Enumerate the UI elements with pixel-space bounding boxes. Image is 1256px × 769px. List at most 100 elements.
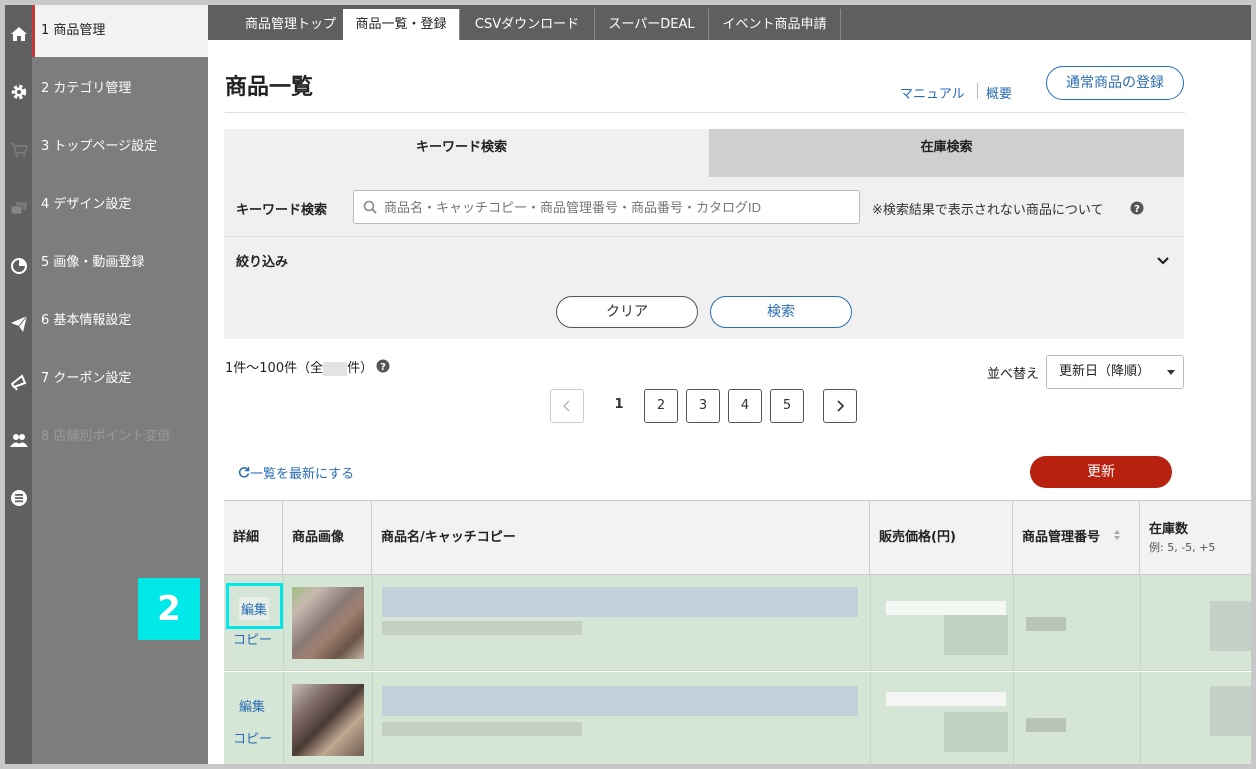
cell-divider	[1140, 672, 1141, 764]
edit-highlight-box	[226, 583, 283, 629]
help-icon[interactable]: ?	[1130, 200, 1144, 219]
panel-divider	[224, 236, 1184, 237]
table-row: 編集 コピー	[224, 672, 1251, 764]
tab-stock-search[interactable]: 在庫検索	[709, 129, 1184, 177]
table-row: 編集 コピー	[224, 575, 1251, 671]
col-header-code-label: 商品管理番号	[1022, 530, 1101, 545]
update-button[interactable]: 更新	[1030, 456, 1172, 488]
sidebar-item-more[interactable]	[5, 469, 208, 527]
gear-icon	[5, 63, 32, 121]
redacted-catch-copy	[382, 621, 582, 635]
col-header-stock-hint: 例: 5, -5, +5	[1149, 541, 1216, 554]
col-header-price: 販売価格(円)	[870, 501, 1013, 575]
cell-divider	[283, 575, 284, 671]
col-header-image: 商品画像	[283, 501, 372, 575]
sidebar-item-store-points[interactable]: 8 店舗別ポイント変倍	[5, 411, 208, 469]
svg-text:?: ?	[1134, 204, 1140, 215]
windows-icon	[5, 179, 32, 237]
refresh-list-label: 一覧を最新にする	[250, 467, 355, 482]
table-header: 詳細 商品画像 商品名/キャッチコピー 販売価格(円) 商品管理番号 在庫数 例…	[224, 500, 1251, 575]
redacted-catch-copy	[382, 722, 582, 736]
col-header-stock-label: 在庫数	[1149, 522, 1189, 537]
page-2[interactable]: 2	[644, 389, 678, 423]
overview-link[interactable]: 概要	[986, 83, 1012, 102]
home-icon	[5, 5, 32, 63]
col-header-stock: 在庫数 例: 5, -5, +5	[1140, 501, 1251, 575]
redacted-code	[1026, 718, 1066, 732]
tab-product-top[interactable]: 商品管理トップ	[224, 9, 358, 40]
search-panel: キーワード検索 在庫検索 キーワード検索 ※検索結果で表示されない商品について …	[224, 129, 1184, 339]
col-header-code[interactable]: 商品管理番号	[1013, 501, 1140, 575]
keyword-label: キーワード検索	[236, 203, 328, 218]
col-header-name: 商品名/キャッチコピー	[372, 501, 870, 575]
sidebar-item-coupon[interactable]: 7 クーポン設定	[5, 353, 208, 411]
header-divider	[225, 112, 1185, 113]
sidebar-item-label: 7 クーポン設定	[41, 371, 132, 386]
product-table: 詳細 商品画像 商品名/キャッチコピー 販売価格(円) 商品管理番号 在庫数 例…	[224, 500, 1251, 764]
paper-plane-icon	[5, 295, 32, 353]
page-4[interactable]: 4	[728, 389, 762, 423]
sort-select-value: 更新日（降順）	[1059, 364, 1151, 379]
page-title: 商品一覧	[225, 75, 314, 100]
tab-product-list[interactable]: 商品一覧・登録	[343, 9, 460, 40]
next-page-button[interactable]	[823, 389, 857, 423]
tab-super-deal[interactable]: スーパーDEAL	[595, 9, 709, 40]
page-1[interactable]: 1	[602, 389, 636, 423]
prev-page-button[interactable]	[550, 389, 584, 423]
tab-keyword-search[interactable]: キーワード検索	[224, 129, 699, 177]
app-window: 1 商品管理 2 カテゴリ管理 3 トップページ設定 4 デザイン設定 5 画像…	[5, 5, 1251, 764]
redacted-total	[323, 361, 348, 376]
sort-select[interactable]: 更新日（降順）	[1046, 355, 1184, 389]
page-3[interactable]: 3	[686, 389, 720, 423]
svg-text:?: ?	[380, 362, 386, 373]
tab-event-product[interactable]: イベント商品申請	[709, 9, 841, 40]
step-number-badge: 2	[138, 578, 200, 640]
sidebar-item-product-management[interactable]: 1 商品管理	[5, 5, 208, 63]
link-separator	[977, 83, 978, 99]
sort-label: 並べ替え	[987, 367, 1040, 382]
product-thumbnail[interactable]	[292, 587, 364, 659]
users-icon	[5, 411, 32, 469]
help-icon[interactable]: ?	[376, 358, 390, 377]
redacted-price-detail	[944, 712, 1008, 752]
result-count-prefix: 1件〜100件（全	[225, 361, 324, 376]
redacted-stock	[1210, 686, 1251, 736]
search-note-link[interactable]: ※検索結果で表示されない商品について	[872, 199, 1104, 218]
sidebar-item-basic-info[interactable]: 6 基本情報設定	[5, 295, 208, 353]
register-product-button[interactable]: 通常商品の登録	[1046, 66, 1184, 100]
caret-down-icon	[1167, 370, 1175, 375]
cell-divider	[1140, 575, 1141, 671]
sidebar-item-label: 5 画像・動画登録	[41, 255, 145, 270]
cart-icon	[5, 121, 32, 179]
page-5[interactable]: 5	[770, 389, 804, 423]
col-header-detail: 詳細	[224, 501, 283, 575]
sidebar-item-label: 4 デザイン設定	[41, 197, 132, 212]
search-button[interactable]: 検索	[710, 296, 852, 328]
keyword-search-input[interactable]	[353, 190, 860, 224]
sort-icon	[1113, 530, 1120, 540]
sidebar-item-design-settings[interactable]: 4 デザイン設定	[5, 179, 208, 237]
edit-link[interactable]: 編集	[239, 696, 265, 715]
result-count-suffix: 件）	[347, 361, 374, 376]
cell-divider	[283, 672, 284, 764]
redacted-product-name	[382, 686, 858, 716]
sidebar-item-top-page-settings[interactable]: 3 トップページ設定	[5, 121, 208, 179]
product-thumbnail[interactable]	[292, 684, 364, 756]
redacted-price	[886, 692, 1006, 706]
clear-button[interactable]: クリア	[556, 296, 698, 328]
sidebar-item-image-video[interactable]: 5 画像・動画登録	[5, 237, 208, 295]
sidebar-item-label: 3 トップページ設定	[41, 139, 158, 154]
sidebar-item-category-management[interactable]: 2 カテゴリ管理	[5, 63, 208, 121]
manual-link[interactable]: マニュアル	[900, 83, 965, 102]
sidebar-item-label: 2 カテゴリ管理	[41, 81, 132, 96]
megaphone-icon	[5, 353, 32, 411]
filter-label[interactable]: 絞り込み	[236, 251, 288, 270]
copy-link[interactable]: コピー	[233, 728, 272, 747]
sidebar-item-label: 6 基本情報設定	[41, 313, 132, 328]
copy-link[interactable]: コピー	[233, 629, 272, 648]
tab-csv-download[interactable]: CSVダウンロード	[460, 9, 595, 40]
refresh-list-link[interactable]: 一覧を最新にする	[238, 463, 354, 482]
refresh-icon	[238, 467, 250, 478]
list-icon	[5, 469, 32, 527]
chevron-down-icon[interactable]	[1156, 251, 1170, 270]
